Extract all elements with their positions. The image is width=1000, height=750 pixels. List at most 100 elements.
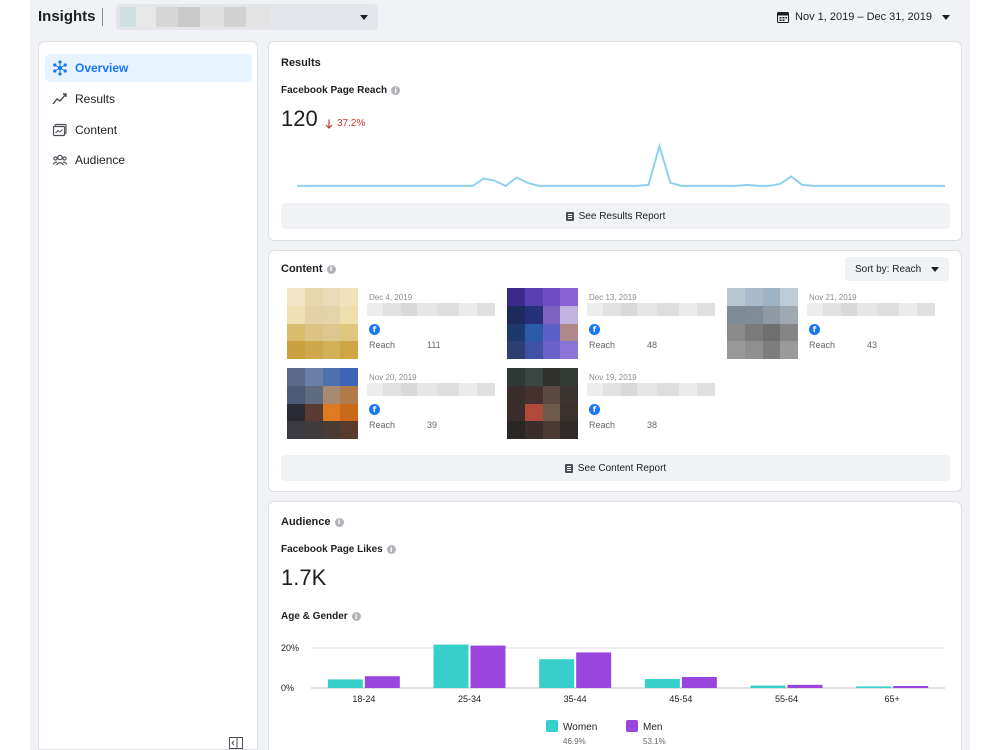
post-item[interactable]: Dec 4, 2019 f Reach 111 [287, 288, 497, 360]
sidebar-item-overview[interactable]: Overview [45, 54, 252, 82]
facebook-icon: f [369, 404, 380, 415]
bar-men [893, 686, 929, 688]
page-likes-value: 1.7K [281, 565, 327, 590]
bar-men [364, 676, 400, 688]
post-thumbnail[interactable] [287, 368, 358, 439]
date-range-picker[interactable]: Nov 1, 2019 – Dec 31, 2019 [777, 9, 950, 25]
calendar-icon [777, 12, 790, 23]
post-text-redacted [587, 383, 715, 396]
post-metric-label: Reach [589, 340, 616, 350]
bar-men [787, 684, 823, 688]
page-reach-value: 120 [281, 106, 318, 131]
page-likes-label-text: Facebook Page Likes [281, 544, 383, 555]
chevron-down-icon [360, 15, 368, 20]
overview-icon [53, 60, 67, 76]
info-icon[interactable]: i [386, 545, 396, 554]
post-metric-value: 38 [647, 420, 658, 430]
post-thumbnail[interactable] [507, 368, 578, 439]
see-content-report-button[interactable]: See Content Report [281, 455, 950, 481]
page-reach-label-text: Facebook Page Reach [281, 85, 388, 96]
sidebar-item-label: Content [75, 123, 118, 137]
chart-legend: Women 46.9% Men 53.1% [269, 720, 963, 746]
post-text-redacted [587, 303, 715, 316]
sort-label: Sort by: Reach [855, 263, 922, 275]
sidebar-item-audience[interactable]: Audience [45, 146, 252, 174]
arrow-down-icon [325, 119, 333, 129]
sort-dropdown[interactable]: Sort by: Reach [845, 257, 949, 281]
sidebar-item-content[interactable]: Content [45, 116, 252, 144]
x-tick-label: 65+ [885, 694, 900, 704]
info-icon[interactable]: i [391, 86, 401, 95]
post-date: Dec 4, 2019 [369, 293, 413, 302]
post-text-redacted [807, 303, 935, 316]
audience-title: Audience i [281, 516, 344, 528]
facebook-icon: f [369, 324, 380, 335]
post-date: Nov 21, 2019 [809, 293, 857, 302]
bar-women [856, 686, 892, 688]
bar-men [576, 652, 612, 688]
legend-percent-men: 53.1% [643, 737, 666, 746]
audience-title-text: Audience [281, 516, 331, 528]
legend-percent-women: 46.9% [563, 737, 586, 746]
bar-women [433, 644, 469, 688]
info-icon[interactable]: i [351, 612, 361, 621]
reach-delta: 37.2% [325, 118, 365, 129]
post-item[interactable]: Dec 13, 2019 f Reach 48 [507, 288, 717, 360]
bar-men [470, 645, 506, 688]
bar-men [681, 677, 717, 688]
post-item[interactable]: Nov 21, 2019 f Reach 43 [727, 288, 937, 360]
facebook-icon: f [589, 404, 600, 415]
y-tick-label: 20% [281, 643, 299, 653]
legend-swatch-women [546, 720, 558, 732]
collapse-sidebar-icon[interactable] [229, 737, 243, 749]
sidebar-item-results[interactable]: Results [45, 85, 252, 113]
see-results-report-label: See Results Report [578, 210, 666, 222]
results-card: Results Facebook Page Reach i 120 37.2% … [268, 41, 962, 241]
legend-item-women[interactable]: Women 46.9% [546, 720, 606, 746]
reach-sparkline [297, 142, 945, 188]
post-thumbnail[interactable] [507, 288, 578, 359]
post-text-redacted [367, 303, 495, 316]
post-thumbnail[interactable] [287, 288, 358, 359]
post-thumbnail[interactable] [727, 288, 798, 359]
x-tick-label: 35-44 [564, 694, 587, 704]
post-metric-label: Reach [369, 340, 396, 350]
title-divider [102, 8, 103, 26]
reach-delta-value: 37.2% [337, 118, 366, 129]
legend-item-men[interactable]: Men 53.1% [626, 720, 686, 746]
bar-women [750, 685, 786, 688]
y-tick-label: 0% [281, 683, 294, 693]
report-icon [565, 211, 574, 221]
sidebar: Overview Results Content Audience [38, 41, 258, 750]
bar-women [539, 659, 575, 688]
app-title: Insights [38, 8, 96, 25]
trend-icon [52, 93, 67, 105]
post-date: Dec 13, 2019 [589, 293, 637, 302]
page-reach-label: Facebook Page Reach i [281, 85, 401, 96]
page-selector[interactable] [116, 4, 378, 30]
age-gender-label-text: Age & Gender [281, 611, 348, 622]
info-icon[interactable]: i [334, 517, 344, 527]
content-icon [52, 123, 67, 137]
post-date: Nov 19, 2019 [589, 373, 637, 382]
chevron-down-icon [931, 267, 939, 272]
info-icon[interactable]: i [326, 264, 336, 274]
chevron-down-icon [942, 14, 950, 20]
bar-women [644, 679, 680, 688]
post-metric-label: Reach [589, 420, 616, 430]
sidebar-item-label: Results [75, 92, 116, 106]
post-metric-value: 48 [647, 340, 658, 350]
date-range-label: Nov 1, 2019 – Dec 31, 2019 [795, 11, 932, 23]
page-likes-label: Facebook Page Likes i [281, 544, 396, 555]
post-metric-value: 39 [427, 420, 438, 430]
bar-women [327, 679, 363, 688]
post-metric-label: Reach [809, 340, 836, 350]
post-item[interactable]: Nov 20, 2019 f Reach 39 [287, 368, 497, 440]
post-item[interactable]: Nov 19, 2019 f Reach 38 [507, 368, 717, 440]
see-results-report-button[interactable]: See Results Report [281, 203, 950, 229]
audience-card: Audience i Facebook Page Likes i 1.7K Ag… [268, 501, 962, 750]
age-gender-label: Age & Gender i [281, 611, 361, 622]
post-metric-value: 43 [867, 340, 878, 350]
sidebar-item-label: Overview [75, 61, 129, 75]
age-gender-chart: 0% 20% 18-24 25-34 35-44 45-54 55-64 65+ [281, 643, 945, 704]
